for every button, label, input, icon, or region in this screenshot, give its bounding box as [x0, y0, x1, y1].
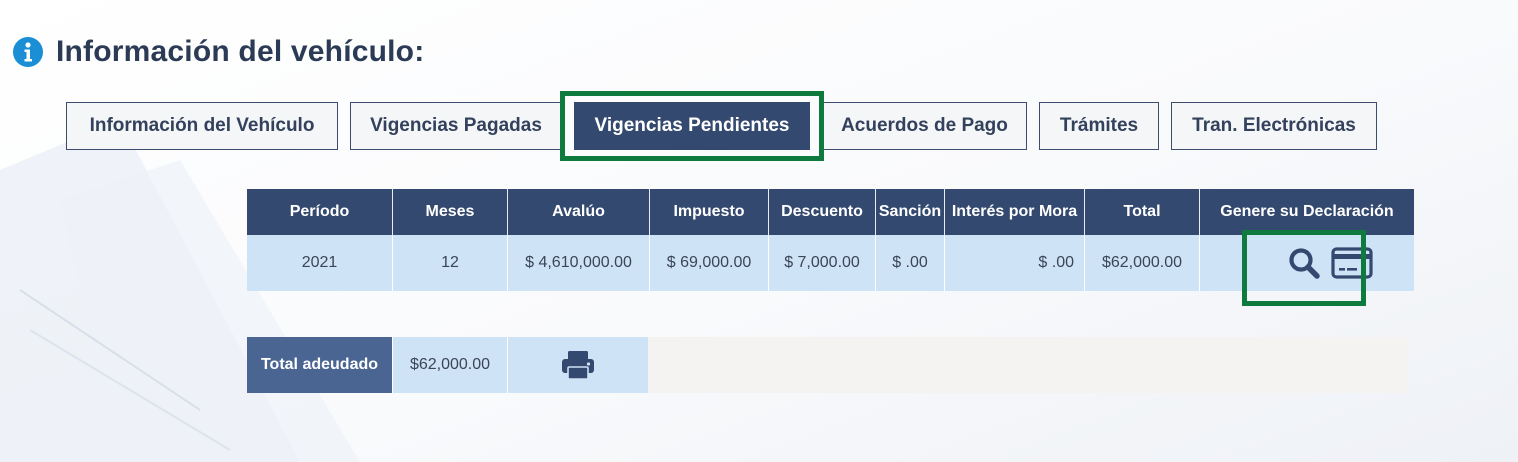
cell-avaluo: $ 4,610,000.00	[507, 235, 650, 291]
table-row: 2021 12 $ 4,610,000.00 $ 69,000.00 $ 7,0…	[247, 235, 1414, 291]
total-due-row: Total adeudado $62,000.00	[247, 337, 1408, 393]
column-header-descuento: Descuento	[768, 189, 876, 235]
page-title: Información del vehículo:	[56, 35, 425, 68]
cell-interes: $ .00	[944, 235, 1085, 291]
print-button[interactable]	[508, 337, 648, 393]
cell-periodo: 2021	[247, 235, 393, 291]
tab-electronic-transactions[interactable]: Tran. Electrónicas	[1171, 102, 1377, 150]
cell-descuento: $ 7,000.00	[768, 235, 876, 291]
column-header-total: Total	[1084, 189, 1200, 235]
tab-payment-agreements[interactable]: Acuerdos de Pago	[822, 102, 1027, 150]
total-due-value: $62,000.00	[392, 337, 508, 393]
page-header: Información del vehículo:	[12, 30, 424, 74]
column-header-avaluo: Avalúo	[507, 189, 650, 235]
tab-procedures[interactable]: Trámites	[1039, 102, 1159, 150]
tab-paid-periods[interactable]: Vigencias Pagadas	[350, 102, 562, 150]
printer-icon	[562, 351, 594, 380]
column-header-impuesto: Impuesto	[649, 189, 769, 235]
cell-meses: 12	[392, 235, 508, 291]
column-header-sancion: Sanción	[875, 189, 945, 235]
cell-sancion: $ .00	[875, 235, 945, 291]
tab-highlight-box	[560, 91, 824, 161]
column-header-declaracion: Genere su Declaración	[1199, 189, 1414, 235]
tab-vehicle-info[interactable]: Información del Vehículo	[66, 102, 338, 150]
pending-periods-table: Período Meses Avalúo Impuesto Descuento …	[247, 189, 1414, 291]
cell-impuesto: $ 69,000.00	[649, 235, 769, 291]
column-header-meses: Meses	[392, 189, 508, 235]
info-circle-icon	[13, 37, 43, 67]
cell-total: $62,000.00	[1084, 235, 1200, 291]
actions-highlight-box	[1242, 230, 1366, 306]
table-header-row: Período Meses Avalúo Impuesto Descuento …	[247, 189, 1414, 235]
total-due-label: Total adeudado	[247, 337, 392, 393]
column-header-interes: Interés por Mora	[944, 189, 1085, 235]
column-header-periodo: Período	[247, 189, 393, 235]
